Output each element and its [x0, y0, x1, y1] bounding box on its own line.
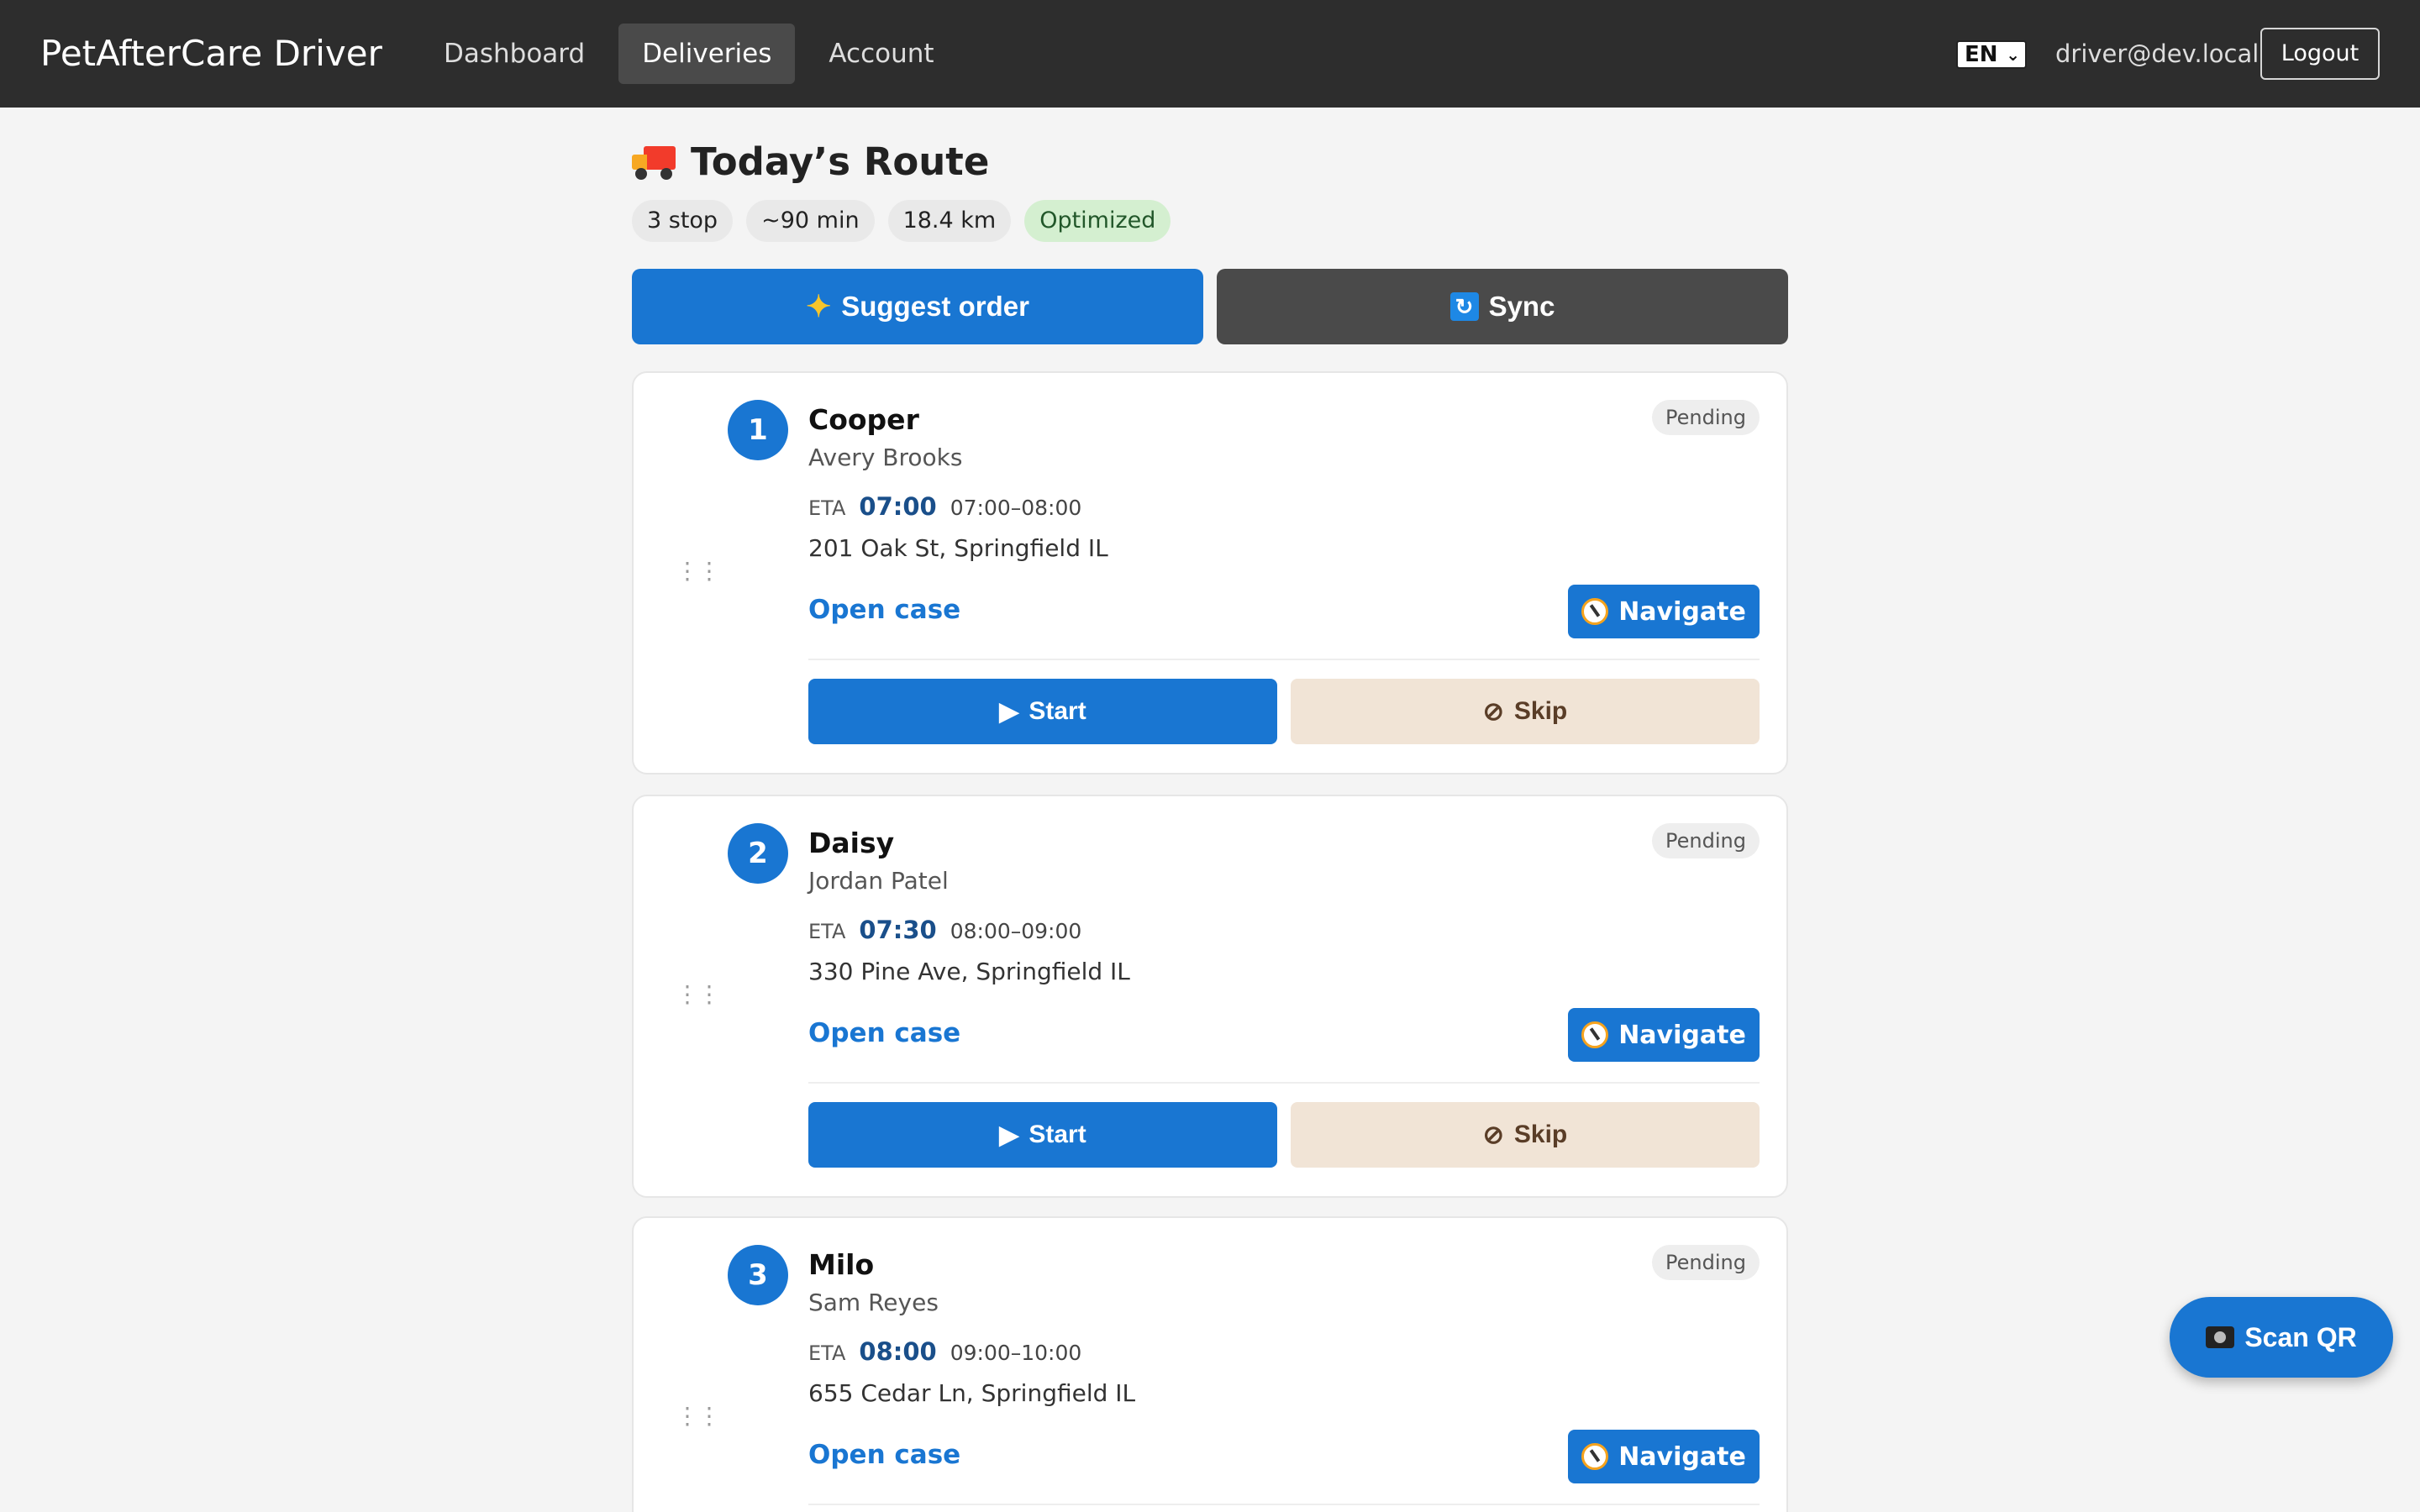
start-label: Start [1028, 1121, 1086, 1148]
chevron-down-icon: ⌄ [2006, 45, 2020, 65]
eta-row: ETA 07:00 07:00–08:00 [808, 492, 1081, 521]
skip-label: Skip [1513, 1121, 1568, 1148]
drag-handle-icon[interactable]: ⋮⋮ [676, 983, 721, 1006]
nav-account[interactable]: Account [805, 24, 957, 84]
skip-button[interactable]: ⊘ Skip [1291, 1102, 1760, 1168]
logout-button[interactable]: Logout [2260, 28, 2380, 80]
open-case-link[interactable]: Open case [808, 595, 960, 625]
nav-dashboard[interactable]: Dashboard [420, 24, 608, 84]
pet-name: Daisy [808, 827, 895, 859]
optimized-badge: Optimized [1024, 200, 1171, 242]
pet-name: Cooper [808, 403, 919, 436]
stop-card-3: ⋮⋮ 3 Milo Sam Reyes Pending ETA 08:00 09… [632, 1216, 1788, 1512]
address: 201 Oak St, Springfield IL [808, 534, 1108, 562]
stop-number: 3 [728, 1245, 788, 1305]
start-button[interactable]: ▶ Start [808, 1102, 1277, 1168]
eta-time: 07:00 [859, 492, 937, 521]
navigate-label: Navigate [1618, 1441, 1746, 1472]
language-select[interactable]: EN ⌄ [1956, 40, 2027, 69]
scan-qr-button[interactable]: Scan QR [2170, 1297, 2393, 1378]
route-header: Today’s Route [632, 134, 989, 188]
status-badge: Pending [1652, 823, 1760, 858]
divider [808, 1504, 1760, 1505]
sparkle-icon: ✦ [806, 289, 832, 323]
drag-handle-icon[interactable]: ⋮⋮ [676, 1404, 721, 1428]
pet-name: Milo [808, 1248, 875, 1281]
navigate-label: Navigate [1618, 1020, 1746, 1050]
address: 655 Cedar Ln, Springfield IL [808, 1379, 1136, 1407]
eta-row: ETA 07:30 08:00–09:00 [808, 916, 1081, 944]
skip-icon: ⊘ [1482, 697, 1504, 726]
distance-chip: 18.4 km [887, 200, 1012, 242]
start-label: Start [1028, 697, 1086, 725]
camera-icon [2206, 1326, 2235, 1348]
address: 330 Pine Ave, Springfield IL [808, 958, 1130, 985]
eta-time: 07:30 [859, 916, 937, 944]
route-summary: 3 stop ~90 min 18.4 km Optimized [632, 200, 1171, 242]
truck-icon [632, 143, 677, 180]
compass-icon [1581, 1021, 1609, 1048]
duration-chip: ~90 min [746, 200, 875, 242]
main-nav: Dashboard Deliveries Account [420, 24, 958, 84]
user-email: driver@dev.local [2055, 39, 2260, 68]
navigate-label: Navigate [1618, 596, 1746, 627]
page-title: Today’s Route [691, 139, 990, 184]
skip-button[interactable]: ⊘ Skip [1291, 679, 1760, 744]
sync-icon: ↻ [1449, 292, 1479, 321]
eta-row: ETA 08:00 09:00–10:00 [808, 1337, 1081, 1366]
stop-number: 2 [728, 823, 788, 884]
divider [808, 1082, 1760, 1084]
suggest-order-label: Suggest order [841, 291, 1029, 322]
eta-label: ETA [808, 1341, 846, 1365]
time-window: 07:00–08:00 [950, 496, 1082, 520]
owner-name: Sam Reyes [808, 1289, 939, 1316]
stops-chip: 3 stop [632, 200, 734, 242]
stop-actions: ▶ Start ⊘ Skip [808, 679, 1760, 744]
scan-qr-label: Scan QR [2244, 1321, 2357, 1352]
suggest-order-button[interactable]: ✦ Suggest order [632, 269, 1203, 344]
play-icon: ▶ [999, 1121, 1019, 1149]
status-badge: Pending [1652, 400, 1760, 435]
skip-label: Skip [1513, 697, 1568, 725]
divider [808, 659, 1760, 660]
time-window: 09:00–10:00 [950, 1341, 1082, 1365]
eta-label: ETA [808, 920, 846, 943]
eta-label: ETA [808, 496, 846, 520]
nav-deliveries[interactable]: Deliveries [618, 24, 796, 84]
stop-card-2: ⋮⋮ 2 Daisy Jordan Patel Pending ETA 07:3… [632, 795, 1788, 1198]
eta-time: 08:00 [859, 1337, 937, 1366]
start-button[interactable]: ▶ Start [808, 679, 1277, 744]
route-actions: ✦ Suggest order ↻ Sync [632, 269, 1788, 344]
navigate-button[interactable]: Navigate [1568, 1008, 1760, 1062]
owner-name: Avery Brooks [808, 444, 963, 471]
stop-number: 1 [728, 400, 788, 460]
sync-button[interactable]: ↻ Sync [1217, 269, 1788, 344]
sync-label: Sync [1488, 291, 1555, 322]
skip-icon: ⊘ [1482, 1121, 1504, 1149]
stop-card-1: ⋮⋮ 1 Cooper Avery Brooks Pending ETA 07:… [632, 371, 1788, 774]
open-case-link[interactable]: Open case [808, 1018, 960, 1048]
open-case-link[interactable]: Open case [808, 1440, 960, 1470]
app-brand: PetAfterCare Driver [40, 33, 382, 74]
top-bar: PetAfterCare Driver Dashboard Deliveries… [0, 0, 2420, 108]
drag-handle-icon[interactable]: ⋮⋮ [676, 559, 721, 583]
owner-name: Jordan Patel [808, 867, 949, 895]
language-value: EN [1965, 42, 1998, 67]
navigate-button[interactable]: Navigate [1568, 585, 1760, 638]
play-icon: ▶ [999, 697, 1019, 726]
time-window: 08:00–09:00 [950, 919, 1082, 943]
compass-icon [1581, 1443, 1609, 1470]
stop-actions: ▶ Start ⊘ Skip [808, 1102, 1760, 1168]
status-badge: Pending [1652, 1245, 1760, 1280]
navigate-button[interactable]: Navigate [1568, 1430, 1760, 1483]
compass-icon [1581, 598, 1609, 625]
